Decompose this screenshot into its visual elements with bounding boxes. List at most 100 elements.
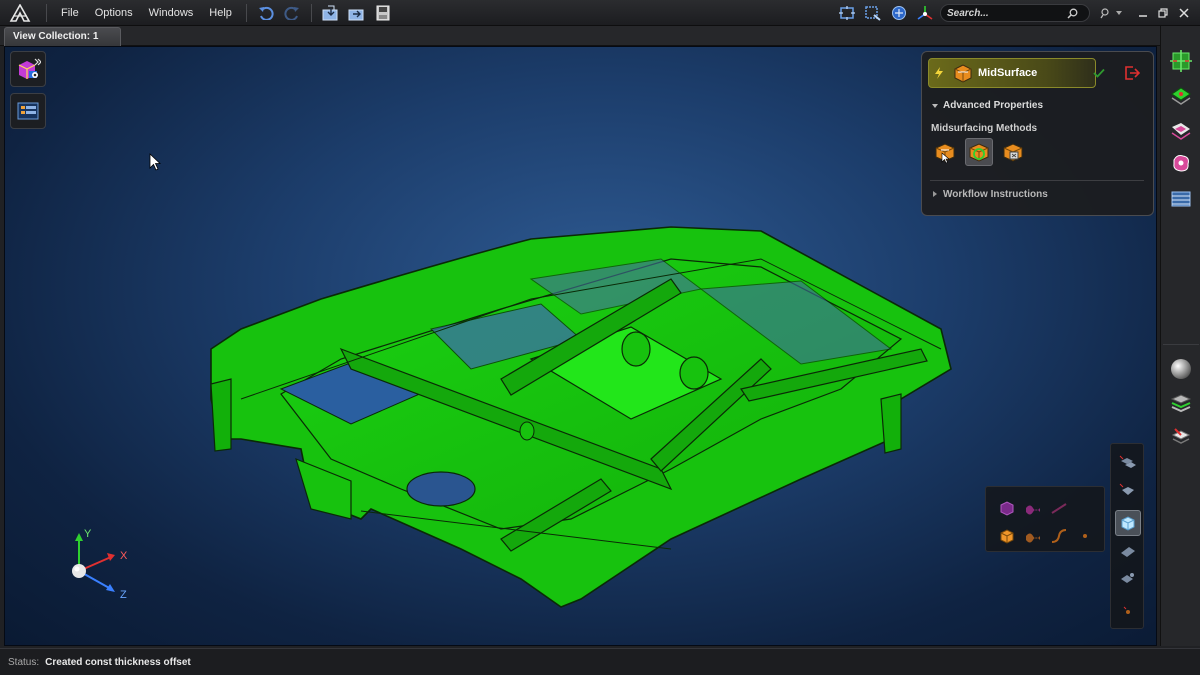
open-model-button[interactable]	[320, 2, 342, 24]
entity-list-button[interactable]	[10, 93, 46, 129]
layer-diamond-icon	[1171, 87, 1191, 105]
surface-select-icon[interactable]	[1024, 499, 1042, 517]
search-input[interactable]	[947, 7, 1067, 19]
import-icon	[348, 9, 364, 20]
surface-tool-button[interactable]	[1166, 116, 1196, 146]
undo-button[interactable]	[255, 2, 277, 24]
point-icon	[1123, 606, 1130, 614]
import-button[interactable]	[346, 2, 368, 24]
status-message: Created const thickness offset	[45, 656, 191, 668]
search-icon[interactable]	[1067, 8, 1078, 19]
confirm-button[interactable]	[1090, 64, 1108, 82]
save-button[interactable]	[372, 2, 394, 24]
toolbar-separator	[245, 3, 247, 22]
workflow-instructions-toggle[interactable]: Workflow Instructions	[943, 189, 1048, 200]
window-zoom-button[interactable]	[862, 2, 884, 24]
filter-point-button[interactable]	[1117, 600, 1139, 622]
chevron-down-icon	[1116, 11, 1122, 15]
view-orientation-button[interactable]	[914, 2, 936, 24]
advanced-properties-toggle[interactable]: Advanced Properties	[943, 100, 1043, 111]
exit-icon	[1125, 66, 1140, 80]
auto-midsurface-icon	[935, 143, 955, 164]
move-tool-button[interactable]	[1166, 46, 1196, 76]
filter-assembly-button[interactable]	[1117, 452, 1139, 474]
morph-tool-button[interactable]	[1166, 148, 1196, 178]
close-icon	[1179, 8, 1189, 18]
open-model-icon	[322, 5, 338, 20]
selection-type-palette	[985, 486, 1105, 552]
axis-y-label: Y	[84, 528, 92, 540]
face-select-icon[interactable]	[1024, 527, 1042, 545]
section-plane-icon	[1171, 428, 1191, 444]
geometry-tool-button[interactable]	[1166, 82, 1196, 112]
menu-file[interactable]: File	[53, 0, 87, 26]
edge-select-icon[interactable]	[1050, 499, 1068, 517]
method-manual-button[interactable]	[999, 138, 1027, 166]
curve-select-icon[interactable]	[1050, 527, 1068, 545]
midsurface-cube-icon	[954, 64, 972, 83]
close-button[interactable]	[1175, 4, 1193, 22]
view-triad-icon	[917, 6, 933, 20]
toolbar-separator	[1163, 344, 1199, 345]
rotate-view-icon	[892, 6, 906, 20]
check-icon	[1093, 68, 1105, 78]
point-select-icon[interactable]	[1076, 527, 1094, 545]
redo-button[interactable]	[281, 2, 303, 24]
restore-icon	[1158, 8, 1168, 18]
collapse-arrow-icon[interactable]	[932, 190, 938, 198]
solid-select-icon[interactable]	[998, 499, 1016, 517]
fit-view-icon	[839, 6, 855, 20]
toolbar-separator	[46, 3, 47, 22]
undo-icon	[258, 6, 274, 20]
right-toolbar	[1160, 26, 1200, 646]
part-select-icon[interactable]	[998, 527, 1016, 545]
mesh-display-button[interactable]	[1166, 388, 1196, 418]
section-cut-button[interactable]	[1166, 422, 1196, 452]
view-tab-strip: View Collection: 1	[0, 26, 1160, 46]
feature-icon	[1121, 573, 1134, 583]
toolbar-separator	[310, 3, 312, 22]
menu-options[interactable]: Options	[87, 0, 141, 26]
method-auto-button[interactable]	[931, 138, 959, 166]
exit-tool-button[interactable]	[1122, 64, 1142, 82]
minimize-button[interactable]	[1134, 4, 1152, 22]
panel-divider	[930, 180, 1144, 181]
menu-help[interactable]: Help	[201, 0, 240, 26]
method-offset-button[interactable]	[965, 138, 993, 166]
green-chassis-model[interactable]	[201, 219, 961, 611]
fit-view-button[interactable]	[836, 2, 858, 24]
filter-solid-button[interactable]	[1115, 510, 1141, 536]
manual-midsurface-icon	[1003, 143, 1023, 162]
tab-view-collection[interactable]: View Collection: 1	[4, 27, 122, 46]
window-zoom-icon	[865, 6, 881, 21]
search-box[interactable]	[940, 4, 1090, 22]
menu-windows[interactable]: Windows	[141, 0, 202, 26]
entity-browser-button[interactable]	[1166, 184, 1196, 214]
offset-midsurface-icon	[969, 143, 989, 162]
expand-arrow-icon[interactable]	[931, 102, 939, 110]
list-panel-icon	[17, 102, 39, 120]
app-logo-icon[interactable]	[0, 0, 40, 26]
render-style-button[interactable]	[1166, 354, 1196, 384]
axis-triad	[72, 533, 115, 592]
morph-blob-icon	[1173, 155, 1189, 172]
selection-filter-bar	[1110, 443, 1144, 629]
filter-surface-button[interactable]	[1117, 540, 1139, 562]
minimize-icon	[1139, 15, 1147, 17]
cube-visibility-icon	[18, 58, 41, 79]
midsurface-tool-header[interactable]: MidSurface	[928, 58, 1096, 88]
redo-icon	[284, 6, 299, 20]
filter-part-button[interactable]	[1117, 480, 1139, 502]
move-grid-icon	[1170, 50, 1192, 72]
status-bar: Status: Created const thickness offset	[0, 648, 1200, 675]
search-menu-button[interactable]	[1110, 4, 1128, 22]
table-list-icon	[1171, 191, 1191, 207]
title-menu-bar: File Options Windows Help	[0, 0, 1200, 26]
restore-button[interactable]	[1154, 4, 1172, 22]
model-browser-button[interactable]	[10, 51, 46, 87]
rotate-view-button[interactable]	[888, 2, 910, 24]
filter-feature-button[interactable]	[1117, 568, 1139, 590]
stacked-plates-icon	[1170, 394, 1192, 413]
axis-z-label: Z	[120, 589, 127, 601]
part-icon	[1119, 483, 1134, 495]
